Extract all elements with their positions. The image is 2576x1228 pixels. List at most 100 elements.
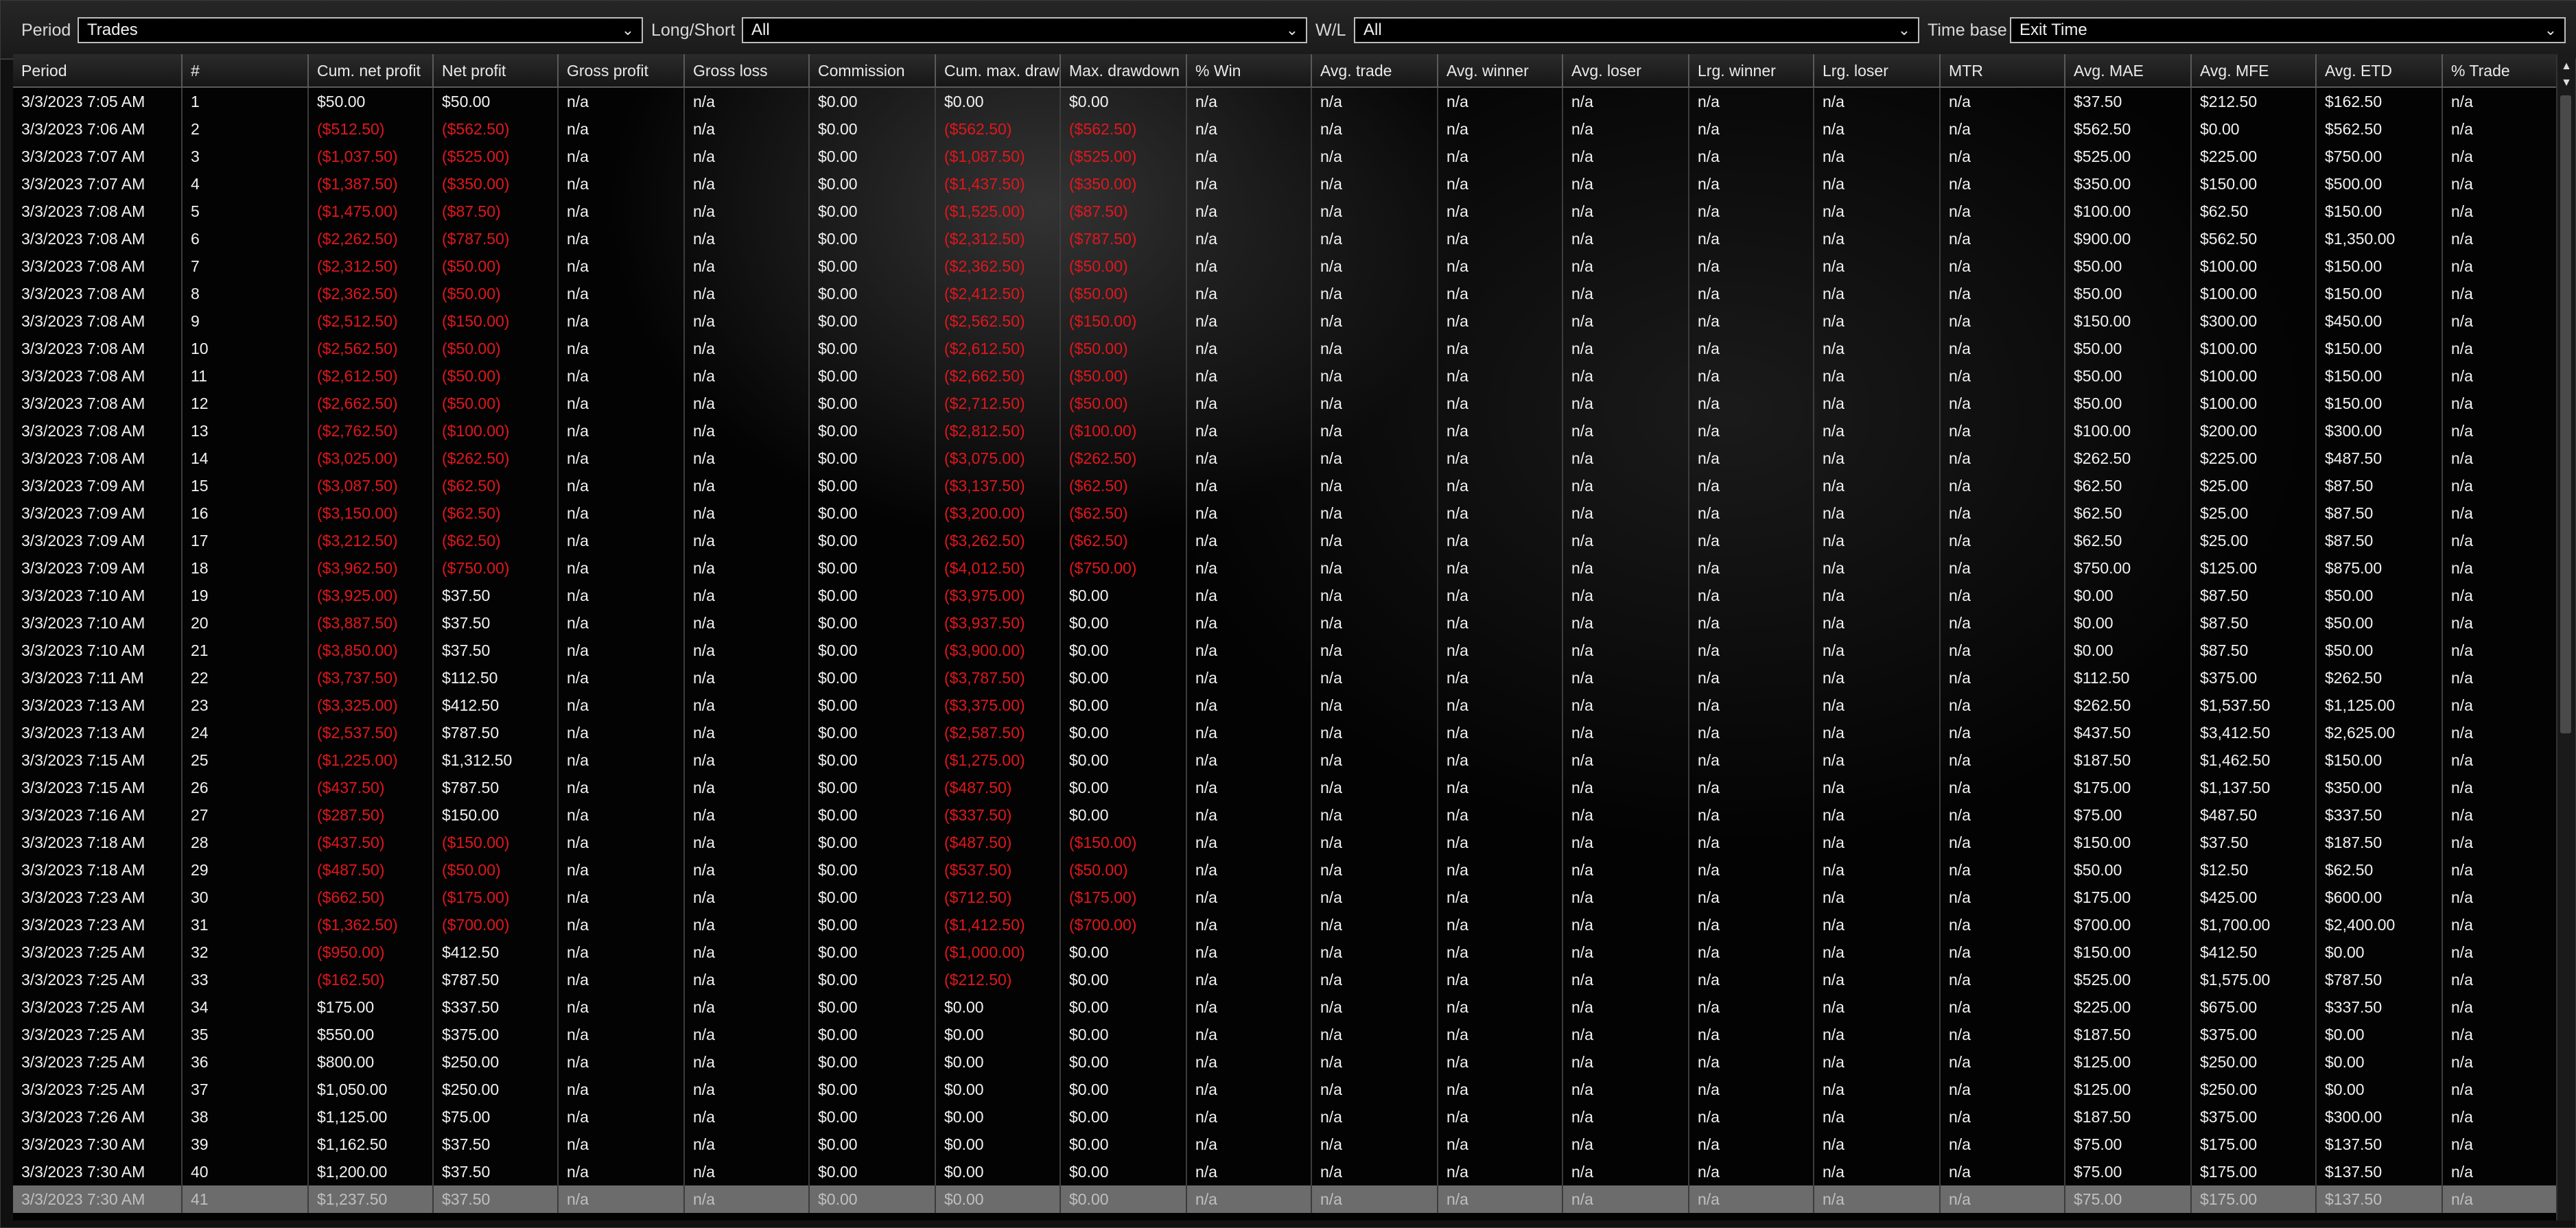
table-row[interactable]: 3/3/2023 7:08 AM 10 ($2,562.50) ($50.00) n/a… — [13, 335, 2559, 362]
table-row[interactable]: 3/3/2023 7:07 AM 4 ($1,387.50) ($350.00) n/a… — [13, 170, 2559, 198]
column-header[interactable]: Commission — [809, 54, 936, 88]
table-cell: n/a — [558, 417, 685, 445]
table-row[interactable]: 3/3/2023 7:15 AM 26 ($437.50) $787.50 n/a n/a… — [13, 774, 2559, 801]
table-row[interactable]: 3/3/2023 7:16 AM 27 ($287.50) $150.00 n/a n/a… — [13, 801, 2559, 829]
column-header[interactable]: Avg. trade — [1311, 54, 1438, 88]
table-cell: $175.00 — [308, 993, 434, 1021]
table-cell: n/a — [1438, 719, 1563, 746]
table-cell: n/a — [1689, 1103, 1814, 1131]
table-cell: 3/3/2023 7:08 AM — [13, 198, 183, 225]
table-row[interactable]: 3/3/2023 7:10 AM 21 ($3,850.00) $37.50 n/a n/… — [13, 637, 2559, 664]
column-header[interactable]: Avg. winner — [1438, 54, 1563, 88]
table-row[interactable]: 3/3/2023 7:25 AM 33 ($162.50) $787.50 n/a n/a… — [13, 966, 2559, 993]
table-cell: $337.50 — [433, 993, 559, 1021]
table-row[interactable]: 3/3/2023 7:08 AM 14 ($3,025.00) ($262.50) n/… — [13, 445, 2559, 472]
long-short-select-value: All — [751, 21, 770, 39]
column-header[interactable]: Gross profit — [558, 54, 685, 88]
table-cell: $175.00 — [2191, 1158, 2317, 1185]
column-header[interactable]: Max. drawdown — [1060, 54, 1187, 88]
table-cell: 2 — [182, 115, 309, 143]
table-row[interactable]: 3/3/2023 7:23 AM 30 ($662.50) ($175.00) n/a n… — [13, 884, 2559, 911]
column-header[interactable]: Avg. MAE — [2065, 54, 2192, 88]
column-header[interactable]: Cum. max. drawdown — [935, 54, 1061, 88]
table-row[interactable]: 3/3/2023 7:18 AM 28 ($437.50) ($150.00) n/a n… — [13, 829, 2559, 856]
table-row[interactable]: 3/3/2023 7:25 AM 37 $1,050.00 $250.00 n/a n/a… — [13, 1076, 2559, 1103]
table-row[interactable]: 3/3/2023 7:08 AM 13 ($2,762.50) ($100.00) n/… — [13, 417, 2559, 445]
table-row[interactable]: 3/3/2023 7:30 AM 41 $1,237.50 $37.50 n/a n/a $… — [13, 1185, 2559, 1213]
period-select[interactable]: Trades ⌄ — [78, 17, 643, 43]
table-cell: $0.00 — [809, 938, 936, 966]
table-row[interactable]: 3/3/2023 7:09 AM 16 ($3,150.00) ($62.50) n/a… — [13, 499, 2559, 527]
table-cell: $0.00 — [935, 1185, 1061, 1213]
table-cell: 14 — [182, 445, 309, 472]
table-cell: n/a — [1438, 801, 1563, 829]
table-row[interactable]: 3/3/2023 7:09 AM 15 ($3,087.50) ($62.50) n/a… — [13, 472, 2559, 499]
column-header[interactable]: % Win — [1186, 54, 1312, 88]
table-row[interactable]: 3/3/2023 7:08 AM 7 ($2,312.50) ($50.00) n/a n… — [13, 252, 2559, 280]
table-cell: $2,400.00 — [2316, 911, 2443, 938]
column-header[interactable]: Gross loss — [684, 54, 810, 88]
table-row[interactable]: 3/3/2023 7:08 AM 12 ($2,662.50) ($50.00) n/a… — [13, 390, 2559, 417]
long-short-select[interactable]: All ⌄ — [742, 17, 1307, 43]
table-cell: n/a — [2442, 1185, 2559, 1213]
table-row[interactable]: 3/3/2023 7:25 AM 35 $550.00 $375.00 n/a n/a $0… — [13, 1021, 2559, 1048]
table-cell: ($2,362.50) — [935, 252, 1061, 280]
table-row[interactable]: 3/3/2023 7:13 AM 23 ($3,325.00) $412.50 n/a n… — [13, 692, 2559, 719]
table-cell: n/a — [1814, 719, 1941, 746]
table-cell: n/a — [684, 801, 810, 829]
column-header[interactable]: Cum. net profit — [308, 54, 434, 88]
table-cell: n/a — [1186, 1076, 1312, 1103]
table-row[interactable]: 3/3/2023 7:13 AM 24 ($2,537.50) $787.50 n/a n… — [13, 719, 2559, 746]
table-cell: n/a — [1438, 1048, 1563, 1076]
table-cell: $0.00 — [1060, 692, 1187, 719]
column-header[interactable]: MTR — [1940, 54, 2065, 88]
column-header[interactable]: Avg. ETD — [2316, 54, 2443, 88]
table-row[interactable]: 3/3/2023 7:05 AM 1 $50.00 $50.00 n/a n/a $0.00… — [13, 87, 2559, 115]
table-row[interactable]: 3/3/2023 7:30 AM 40 $1,200.00 $37.50 n/a n/a $… — [13, 1158, 2559, 1185]
column-header[interactable]: # — [182, 54, 309, 88]
table-cell: ($2,662.50) — [308, 390, 434, 417]
time-base-select[interactable]: Exit Time ⌄ — [2010, 17, 2566, 43]
table-row[interactable]: 3/3/2023 7:08 AM 11 ($2,612.50) ($50.00) n/a… — [13, 362, 2559, 390]
table-row[interactable]: 3/3/2023 7:18 AM 29 ($487.50) ($50.00) n/a n/… — [13, 856, 2559, 884]
table-cell: $75.00 — [2065, 1158, 2192, 1185]
table-row[interactable]: 3/3/2023 7:08 AM 8 ($2,362.50) ($50.00) n/a n… — [13, 280, 2559, 307]
table-row[interactable]: 3/3/2023 7:10 AM 19 ($3,925.00) $37.50 n/a n/… — [13, 582, 2559, 609]
table-cell: ($50.00) — [1060, 362, 1187, 390]
table-cell: 3/3/2023 7:23 AM — [13, 884, 183, 911]
table-row[interactable]: 3/3/2023 7:26 AM 38 $1,125.00 $75.00 n/a n/a $… — [13, 1103, 2559, 1131]
table-row[interactable]: 3/3/2023 7:08 AM 6 ($2,262.50) ($787.50) n/a… — [13, 225, 2559, 252]
column-header[interactable]: Net profit — [433, 54, 559, 88]
table-row[interactable]: 3/3/2023 7:25 AM 36 $800.00 $250.00 n/a n/a $0… — [13, 1048, 2559, 1076]
table-cell: $0.00 — [809, 252, 936, 280]
table-row[interactable]: 3/3/2023 7:07 AM 3 ($1,037.50) ($525.00) n/a… — [13, 143, 2559, 170]
column-header[interactable]: Avg. MFE — [2191, 54, 2317, 88]
table-row[interactable]: 3/3/2023 7:06 AM 2 ($512.50) ($562.50) n/a n/… — [13, 115, 2559, 143]
arrow-up-icon[interactable]: ▲ — [2557, 58, 2575, 75]
table-row[interactable]: 3/3/2023 7:08 AM 5 ($1,475.00) ($87.50) n/a n… — [13, 198, 2559, 225]
column-header[interactable]: Lrg. winner — [1689, 54, 1814, 88]
table-row[interactable]: 3/3/2023 7:25 AM 32 ($950.00) $412.50 n/a n/a… — [13, 938, 2559, 966]
table-row[interactable]: 3/3/2023 7:11 AM 22 ($3,737.50) $112.50 n/a n… — [13, 664, 2559, 692]
table-row[interactable]: 3/3/2023 7:25 AM 34 $175.00 $337.50 n/a n/a $0… — [13, 993, 2559, 1021]
table-row[interactable]: 3/3/2023 7:09 AM 17 ($3,212.50) ($62.50) n/a… — [13, 527, 2559, 554]
arrow-down-icon[interactable]: ▼ — [2557, 75, 2575, 91]
table-cell: $0.00 — [809, 609, 936, 637]
scrollbar-thumb[interactable] — [2560, 95, 2571, 733]
table-row[interactable]: 3/3/2023 7:30 AM 39 $1,162.50 $37.50 n/a n/a $… — [13, 1131, 2559, 1158]
column-header[interactable]: Avg. loser — [1562, 54, 1689, 88]
table-cell: n/a — [558, 1131, 685, 1158]
table-row[interactable]: 3/3/2023 7:15 AM 25 ($1,225.00) $1,312.50 n/… — [13, 746, 2559, 774]
table-row[interactable]: 3/3/2023 7:09 AM 18 ($3,962.50) ($750.00) n/… — [13, 554, 2559, 582]
table-cell: n/a — [684, 911, 810, 938]
table-cell: n/a — [1438, 472, 1563, 499]
column-header[interactable]: % Trade — [2442, 54, 2559, 88]
vertical-scrollbar[interactable]: ▲ ▼ — [2556, 54, 2575, 1220]
column-header[interactable]: Period — [13, 54, 183, 88]
table-cell: n/a — [1689, 335, 1814, 362]
table-row[interactable]: 3/3/2023 7:23 AM 31 ($1,362.50) ($700.00) n/… — [13, 911, 2559, 938]
table-row[interactable]: 3/3/2023 7:10 AM 20 ($3,887.50) $37.50 n/a n/… — [13, 609, 2559, 637]
column-header[interactable]: Lrg. loser — [1814, 54, 1941, 88]
wl-select[interactable]: All ⌄ — [1354, 17, 1919, 43]
table-row[interactable]: 3/3/2023 7:08 AM 9 ($2,512.50) ($150.00) n/a… — [13, 307, 2559, 335]
